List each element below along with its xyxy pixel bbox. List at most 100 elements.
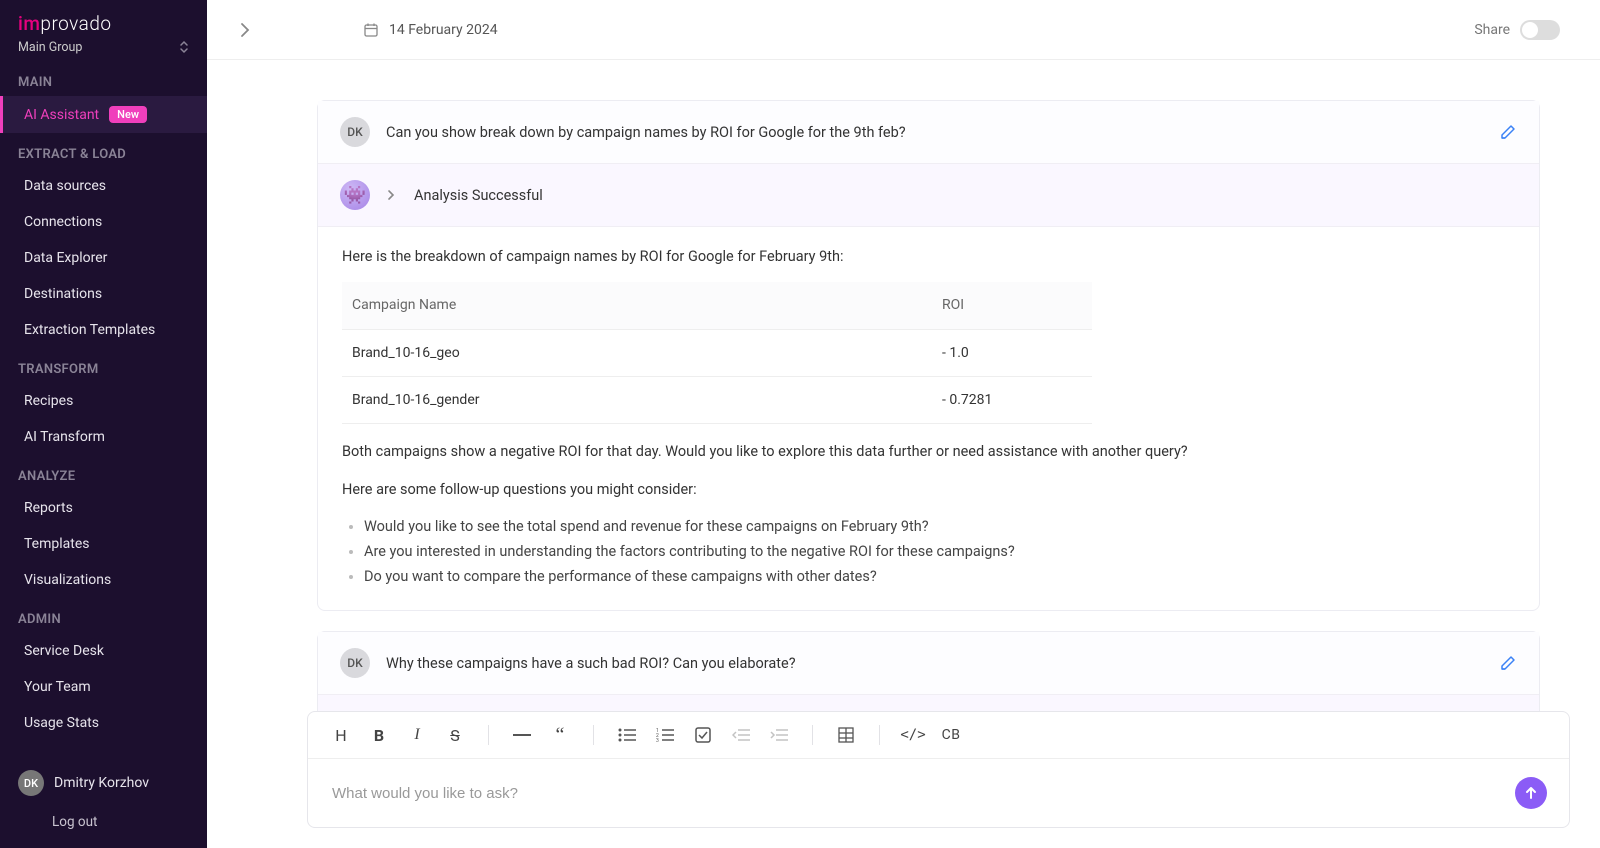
- ai-response-body: Here is the breakdown of campaign names …: [318, 227, 1539, 610]
- new-badge: New: [109, 106, 147, 123]
- edit-message-icon[interactable]: [1499, 654, 1517, 672]
- nav-item-usage-stats[interactable]: Usage Stats: [0, 705, 207, 741]
- nav-item-ai-transform[interactable]: AI Transform: [0, 419, 207, 455]
- logout-link[interactable]: Log out: [0, 806, 207, 848]
- bold-icon[interactable]: B: [364, 720, 394, 750]
- nav-item-label: Extraction Templates: [24, 322, 155, 338]
- date-display[interactable]: 14 February 2024: [363, 22, 498, 38]
- chat-thread-area: DK Can you show break down by campaign n…: [207, 60, 1600, 711]
- bullet-list-icon[interactable]: [612, 720, 642, 750]
- nav-item-data-explorer[interactable]: Data Explorer: [0, 240, 207, 276]
- nav-item-label: Service Desk: [24, 643, 104, 659]
- indent-icon[interactable]: [764, 720, 794, 750]
- numbered-list-icon[interactable]: 123: [650, 720, 680, 750]
- user-message-row: DK Can you show break down by campaign n…: [318, 101, 1539, 164]
- share-control: Share: [1474, 20, 1560, 40]
- send-button[interactable]: [1515, 777, 1547, 809]
- heading-icon[interactable]: H: [326, 720, 356, 750]
- edit-message-icon[interactable]: [1499, 123, 1517, 141]
- current-user[interactable]: DK Dmitry Korzhov: [0, 760, 207, 806]
- table-cell-campaign: Brand_10-16_gender: [342, 376, 932, 423]
- ai-status-row[interactable]: 👾 Analysis Successful: [318, 164, 1539, 227]
- hr-icon[interactable]: [507, 720, 537, 750]
- ai-summary-text: Both campaigns show a negative ROI for t…: [342, 440, 1515, 463]
- chevron-right-icon: [386, 189, 396, 201]
- outdent-icon[interactable]: [726, 720, 756, 750]
- user-message-text: Why these campaigns have a such bad ROI?…: [386, 655, 1483, 672]
- nav-item-label: Data sources: [24, 178, 106, 194]
- nav-item-label: Connections: [24, 214, 102, 230]
- user-avatar-small: DK: [340, 117, 370, 147]
- table-cell-roi: - 1.0: [932, 329, 1092, 376]
- composer-input[interactable]: [330, 784, 1505, 803]
- nav-item-templates[interactable]: Templates: [0, 526, 207, 562]
- composer: H B I S “ 123: [307, 711, 1570, 828]
- nav-item-label: Templates: [24, 536, 90, 552]
- nav-item-connections[interactable]: Connections: [0, 204, 207, 240]
- nav-item-label: Recipes: [24, 393, 73, 409]
- code-icon[interactable]: </>: [898, 720, 928, 750]
- checklist-icon[interactable]: [688, 720, 718, 750]
- composer-input-row: [308, 759, 1569, 827]
- italic-icon[interactable]: I: [402, 720, 432, 750]
- table-row: Brand_10-16_gender - 0.7281: [342, 376, 1092, 423]
- nav-item-destinations[interactable]: Destinations: [0, 276, 207, 312]
- main-content: 14 February 2024 Share DK Can you show b…: [207, 0, 1600, 848]
- table-cell-campaign: Brand_10-16_geo: [342, 329, 932, 376]
- unfold-icon: [179, 39, 189, 55]
- table-icon[interactable]: [831, 720, 861, 750]
- followup-item: Would you like to see the total spend an…: [364, 515, 1515, 538]
- nav-item-label: AI Transform: [24, 429, 105, 445]
- table-header-roi: ROI: [932, 282, 1092, 329]
- nav-item-recipes[interactable]: Recipes: [0, 383, 207, 419]
- nav-item-label: Data Explorer: [24, 250, 107, 266]
- user-avatar-small: DK: [340, 648, 370, 678]
- table-header-campaign: Campaign Name: [342, 282, 932, 329]
- nav-item-label: Destinations: [24, 286, 102, 302]
- nav-item-label: Visualizations: [24, 572, 111, 588]
- followup-item: Are you interested in understanding the …: [364, 540, 1515, 563]
- ai-status-row[interactable]: 👾 Analysis Successful: [318, 695, 1539, 711]
- nav-item-your-team[interactable]: Your Team: [0, 669, 207, 705]
- share-toggle[interactable]: [1520, 20, 1560, 40]
- nav-item-label: AI Assistant: [24, 107, 99, 123]
- roi-table: Campaign Name ROI Brand_10-16_geo - 1.0 …: [342, 282, 1092, 424]
- ai-followups-header: Here are some follow-up questions you mi…: [342, 478, 1515, 501]
- nav-item-data-sources[interactable]: Data sources: [0, 168, 207, 204]
- brand-rest: provado: [40, 12, 111, 35]
- nav-section-extract: EXTRACT & LOAD: [0, 133, 207, 168]
- user-message-text: Can you show break down by campaign name…: [386, 124, 1483, 141]
- ai-followups-list: Would you like to see the total spend an…: [342, 515, 1515, 589]
- nav-item-reports[interactable]: Reports: [0, 490, 207, 526]
- composer-area: H B I S “ 123: [207, 711, 1600, 848]
- codeblock-icon[interactable]: CB: [936, 720, 966, 750]
- brand-prefix: im: [18, 12, 40, 35]
- topbar: 14 February 2024 Share: [207, 0, 1600, 60]
- nav-section-transform: TRANSFORM: [0, 348, 207, 383]
- nav-item-visualizations[interactable]: Visualizations: [0, 562, 207, 598]
- table-cell-roi: - 0.7281: [932, 376, 1092, 423]
- nav-item-label: Reports: [24, 500, 73, 516]
- group-selector[interactable]: Main Group: [0, 39, 207, 61]
- nav-item-label: Your Team: [24, 679, 91, 695]
- quote-icon[interactable]: “: [545, 720, 575, 750]
- date-text: 14 February 2024: [389, 22, 498, 38]
- chat-thread: DK Can you show break down by campaign n…: [317, 100, 1540, 611]
- nav-section-main: MAIN: [0, 61, 207, 96]
- nav-item-service-desk[interactable]: Service Desk: [0, 633, 207, 669]
- expand-sidebar-icon[interactable]: [237, 22, 253, 38]
- svg-text:3: 3: [656, 738, 659, 742]
- user-name: Dmitry Korzhov: [54, 775, 149, 791]
- nav-item-ai-assistant[interactable]: AI Assistant New: [0, 96, 207, 133]
- strike-icon[interactable]: S: [440, 720, 470, 750]
- brand-logo: improvado: [0, 0, 207, 39]
- ai-intro-text: Here is the breakdown of campaign names …: [342, 245, 1515, 268]
- nav-item-extraction-templates[interactable]: Extraction Templates: [0, 312, 207, 348]
- user-avatar: DK: [18, 770, 44, 796]
- table-row: Brand_10-16_geo - 1.0: [342, 329, 1092, 376]
- share-label: Share: [1474, 22, 1510, 38]
- nav-section-admin: ADMIN: [0, 598, 207, 633]
- chat-thread: DK Why these campaigns have a such bad R…: [317, 631, 1540, 711]
- ai-avatar: 👾: [340, 180, 370, 210]
- group-selector-label: Main Group: [18, 40, 82, 55]
